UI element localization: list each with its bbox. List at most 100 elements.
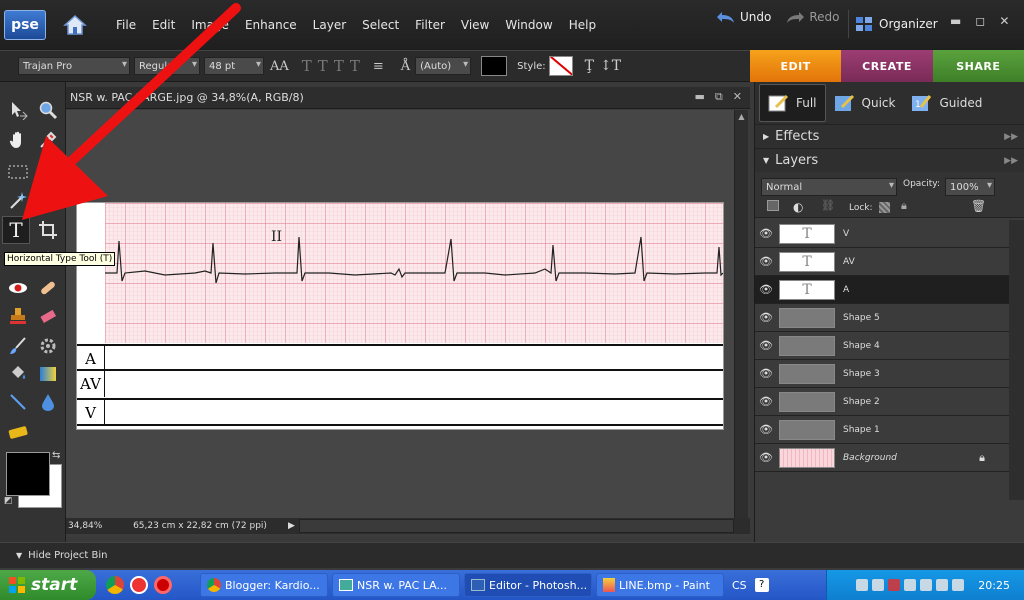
font-style-dropdown[interactable]: Regular <box>134 57 200 75</box>
lasso-tool[interactable] <box>34 158 62 186</box>
menu-enhance[interactable]: Enhance <box>237 0 305 50</box>
menu-file[interactable]: File <box>108 0 144 50</box>
vertical-scrollbar[interactable]: ▲ <box>734 110 748 518</box>
menu-edit[interactable]: Edit <box>144 0 183 50</box>
restore-icon[interactable]: ◻ <box>975 14 985 28</box>
layer-visibility-eye-icon[interactable]: 👁︎ <box>755 395 777 408</box>
faux-italic-icon[interactable]: T <box>318 57 328 75</box>
hand-tool[interactable] <box>4 126 32 154</box>
eyedropper-tool[interactable] <box>34 126 62 154</box>
layer-visibility-eye-icon[interactable]: 👁︎ <box>755 339 777 352</box>
task-paint[interactable]: LINE.bmp - Paint <box>596 573 724 597</box>
crop-tool[interactable] <box>34 216 62 244</box>
tab-share[interactable]: SHARE <box>932 50 1024 82</box>
tab-edit[interactable]: EDIT <box>750 50 842 82</box>
doc-restore-icon[interactable]: ⧉ <box>715 90 723 104</box>
layers-scrollbar[interactable] <box>1009 220 1024 500</box>
task-image-viewer[interactable]: NSR w. PAC LA... <box>332 573 460 597</box>
zoom-readout[interactable]: 34,84% <box>66 521 112 531</box>
layer-visibility-eye-icon[interactable]: 👁︎ <box>755 255 777 268</box>
layer-row[interactable]: 👁︎ Shape 3 <box>755 360 1009 388</box>
tab-create[interactable]: CREATE <box>841 50 933 82</box>
delete-layer-icon[interactable]: 🗑︎ <box>971 199 986 213</box>
effects-panel-menu-icon[interactable]: ▶▶ <box>1004 132 1018 142</box>
strikethrough-icon[interactable]: T <box>350 57 360 75</box>
menu-select[interactable]: Select <box>354 0 407 50</box>
clock[interactable]: 20:25 <box>978 579 1010 592</box>
safely-remove-icon[interactable] <box>936 579 949 591</box>
layer-visibility-eye-icon[interactable]: 👁︎ <box>755 367 777 380</box>
text-align-icon[interactable]: ≡ <box>373 59 384 74</box>
layer-row[interactable]: 👁︎ T AV <box>755 248 1009 276</box>
blur-tool[interactable] <box>34 388 62 416</box>
smart-brush-tool[interactable] <box>34 332 62 360</box>
font-family-dropdown[interactable]: Trajan Pro <box>18 57 130 75</box>
speaker-icon[interactable] <box>856 579 869 591</box>
opacity-dropdown[interactable]: 100% <box>945 178 995 196</box>
clone-stamp-tool[interactable] <box>4 302 32 330</box>
text-orientation-icon[interactable]: ↕T <box>600 58 621 74</box>
menu-image[interactable]: Image <box>183 0 237 50</box>
blend-mode-dropdown[interactable]: Normal <box>761 178 897 196</box>
selection-brush-tool[interactable] <box>34 186 62 214</box>
horizontal-scrollbar[interactable] <box>298 519 734 533</box>
language-indicator[interactable]: CS <box>732 579 747 592</box>
text-color-swatch[interactable] <box>481 56 508 76</box>
adjustment-layer-icon[interactable]: ◐ <box>793 200 803 214</box>
layer-visibility-eye-icon[interactable]: 👁︎ <box>755 451 777 464</box>
help-icon[interactable]: ? <box>754 578 769 592</box>
font-size-dropdown[interactable]: 48 pt <box>204 57 264 75</box>
link-layers-icon[interactable]: ⛓ <box>821 199 835 212</box>
red-eye-tool[interactable] <box>4 274 32 302</box>
ecg-image[interactable]: II A AV V <box>76 202 724 430</box>
layer-row[interactable]: 👁︎ Background 🔒︎ <box>755 444 1009 472</box>
layer-visibility-eye-icon[interactable]: 👁︎ <box>755 227 777 240</box>
marquee-tool[interactable] <box>4 158 32 186</box>
security-icon[interactable] <box>888 579 901 591</box>
tab-full[interactable]: Full <box>759 84 826 122</box>
home-button[interactable] <box>58 8 92 42</box>
underline-icon[interactable]: T <box>334 57 344 75</box>
layer-row[interactable]: 👁︎ Shape 1 <box>755 416 1009 444</box>
menu-window[interactable]: Window <box>497 0 560 50</box>
layers-panel-menu-icon[interactable]: ▶▶ <box>1004 156 1018 166</box>
anti-alias-icon[interactable]: AA <box>270 59 289 74</box>
canvas-area[interactable]: II A AV V <box>66 110 734 518</box>
project-bin-bar[interactable]: ▼ Hide Project Bin <box>0 542 1024 568</box>
lock-all-icon[interactable]: 🔒︎ <box>901 199 907 213</box>
doc-minimize-icon[interactable]: ▬ <box>695 90 705 104</box>
paint-bucket-tool[interactable] <box>4 360 32 388</box>
menu-view[interactable]: View <box>453 0 497 50</box>
layer-row[interactable]: 👁︎ Shape 2 <box>755 388 1009 416</box>
layers-panel-header[interactable]: ▼ Layers ▶▶ <box>755 148 1024 172</box>
zoom-tool[interactable] <box>34 96 62 124</box>
swap-colors-icon[interactable]: ⇆ <box>52 450 60 461</box>
tab-quick[interactable]: Quick <box>826 84 904 122</box>
menu-filter[interactable]: Filter <box>407 0 453 50</box>
move-tool[interactable] <box>4 96 32 124</box>
effects-panel-header[interactable]: ▶ Effects ▶▶ <box>755 124 1024 148</box>
task-blogger[interactable]: Blogger: Kardio... <box>200 573 328 597</box>
network-icon[interactable] <box>872 579 885 591</box>
eraser-tool[interactable] <box>34 302 62 330</box>
document-tab[interactable]: NSR w. PAC LARGE.jpg @ 34,8%(A, RGB/8) ▬… <box>66 87 750 109</box>
close-icon[interactable]: ✕ <box>999 14 1009 28</box>
redo-button[interactable]: Redo <box>785 10 840 24</box>
menu-help[interactable]: Help <box>561 0 604 50</box>
scroll-up-icon[interactable]: ▲ <box>735 110 748 124</box>
start-button[interactable]: start <box>0 570 96 600</box>
undo-button[interactable]: Undo <box>716 10 771 24</box>
layer-visibility-eye-icon[interactable]: 👁︎ <box>755 423 777 436</box>
status-menu-arrow-icon[interactable]: ▶ <box>288 521 295 531</box>
task-photoshop-editor[interactable]: Editor - Photosh... <box>464 573 592 597</box>
gradient-tool[interactable] <box>34 360 62 388</box>
tab-guided[interactable]: 1 Guided <box>903 84 990 122</box>
lock-transparency-icon[interactable] <box>879 202 890 213</box>
sponge-tool[interactable] <box>4 418 32 446</box>
ccleaner-icon[interactable] <box>130 576 148 594</box>
layer-visibility-eye-icon[interactable]: 👁︎ <box>755 311 777 324</box>
brush-tool[interactable] <box>4 332 32 360</box>
menu-layer[interactable]: Layer <box>305 0 354 50</box>
doc-close-icon[interactable]: ✕ <box>733 90 742 104</box>
chrome-icon[interactable] <box>106 576 124 594</box>
